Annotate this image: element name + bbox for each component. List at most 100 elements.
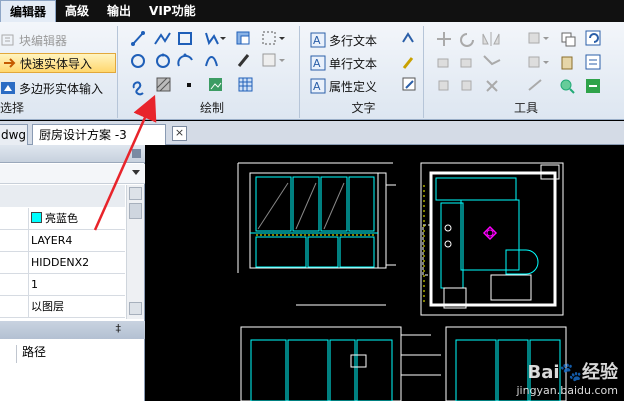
grid-table-icon[interactable] (238, 77, 253, 92)
revcloud-tool-icon[interactable] (132, 81, 144, 96)
color-swatch (31, 212, 42, 223)
insert-block-icon[interactable] (236, 31, 250, 45)
tab-previous-file[interactable]: dwg (0, 124, 28, 145)
pin-icon[interactable]: ‡ (116, 322, 122, 335)
property-row-layer[interactable]: LAYER4 (0, 230, 125, 252)
properties-panel: 亮蓝色 LAYER4 HIDDENX2 1 以图层 ‡ 路径 (0, 145, 145, 401)
spline-tool-icon[interactable] (205, 56, 218, 67)
menu-tab-advanced[interactable]: 高级 (56, 0, 98, 22)
paste-icon[interactable] (561, 56, 573, 70)
polyline-tool-icon[interactable] (154, 32, 171, 45)
property-scale-value: 1 (31, 278, 38, 291)
layer-dropdown-icon[interactable] (528, 32, 549, 44)
drawing-canvas[interactable]: Bai🐾经验 jingyan.baidu.com (146, 145, 624, 401)
mtext-label: 多行文本 (329, 33, 378, 48)
panel-menu-icon[interactable] (132, 149, 141, 158)
close-tab-button[interactable]: × (172, 126, 187, 141)
property-row-lineweight[interactable]: 以图层 (0, 296, 125, 318)
hatch-tool-icon[interactable] (156, 77, 171, 92)
pen-tool-icon[interactable] (237, 54, 250, 67)
properties-scrollbar[interactable] (126, 185, 144, 319)
ribbon-group-text: A 多行文本 A 单行文本 A 属性定义 文字 (304, 26, 424, 118)
table-insert-icon[interactable] (262, 53, 285, 67)
lower-panel-columns: 路径 (0, 341, 145, 363)
move-icon[interactable] (437, 32, 451, 46)
point-tool-icon[interactable] (187, 83, 191, 87)
properties-panel-header (0, 145, 145, 163)
scroll-up-button[interactable] (129, 187, 142, 200)
select-group-label: 选择 (0, 101, 25, 115)
measure-icon[interactable] (528, 79, 542, 91)
kitchen-elevation-top (237, 162, 396, 306)
attribute-icon: A (310, 78, 326, 94)
offset-dropdown-icon[interactable] (528, 56, 549, 68)
ribbon-group-tools: 工具 (428, 26, 624, 118)
mirror-icon[interactable] (482, 32, 500, 46)
ribbon: 块编辑器 快速实体导入 多边形实体输入 选择 绘制 A 多行文本 A 单行文本 … (0, 22, 624, 120)
text-icon: A (310, 55, 326, 71)
attribute-definition-button[interactable]: A 属性定义 (310, 76, 377, 96)
kitchen-floor-plan (420, 162, 564, 316)
document-tab-bar: dwg 厨房设计方案 -3套.dwg × (0, 121, 624, 162)
menu-tab-output[interactable]: 输出 (98, 0, 140, 22)
refresh-icon[interactable] (585, 30, 601, 46)
cad-app-window: 编辑器 高级 输出 VIP功能 块编辑器 快速实体导入 多边形实体输入 选择 绘… (0, 0, 624, 401)
quick-entity-import-label: 快速实体导入 (20, 56, 93, 71)
line-tool-icon[interactable] (131, 31, 145, 46)
svg-text:A: A (313, 34, 321, 47)
svg-text:A: A (313, 80, 321, 93)
text-style-icon[interactable] (402, 32, 414, 43)
property-color-value: 亮蓝色 (45, 212, 78, 225)
zoom-extents-icon[interactable] (560, 79, 575, 94)
trim-icon[interactable] (437, 58, 449, 68)
block-editor-button[interactable]: 块编辑器 (0, 30, 67, 50)
hatch-dropdown-icon[interactable] (262, 31, 285, 45)
watermark: Bai🐾经验 jingyan.baidu.com (516, 358, 618, 397)
text-edit-pencil-icon[interactable] (402, 77, 416, 91)
properties-group-header (0, 185, 125, 207)
extend-icon[interactable] (460, 58, 472, 68)
property-row-color[interactable]: 亮蓝色 (0, 208, 125, 230)
ribbon-group-select: 块编辑器 快速实体导入 多边形实体输入 选择 (0, 26, 118, 118)
quick-entity-import-button[interactable]: 快速实体导入 (0, 53, 116, 73)
image-insert-icon[interactable] (209, 78, 222, 91)
draw-tools-grid (131, 31, 285, 96)
circle-tool-icon[interactable] (131, 54, 145, 68)
properties-icon[interactable] (585, 54, 601, 70)
scroll-down-button[interactable] (129, 302, 142, 315)
rectangle-tool-icon[interactable] (178, 32, 192, 45)
tools-group-label: 工具 (513, 101, 538, 115)
copy-icon[interactable] (561, 32, 576, 47)
tab-active-file[interactable]: 厨房设计方案 -3套.dwg (32, 124, 166, 162)
explode-icon[interactable] (486, 80, 498, 92)
ellipse-tool-icon[interactable] (156, 53, 170, 68)
property-layer-value: LAYER4 (31, 234, 73, 247)
property-row-linetype[interactable]: HIDDENX2 (0, 252, 125, 274)
edit-text-icon[interactable] (402, 57, 414, 69)
import-icon (1, 55, 17, 71)
block-editor-icon (0, 32, 16, 48)
watermark-url: jingyan.baidu.com (516, 384, 618, 397)
purge-icon[interactable] (586, 79, 600, 93)
polygon-entity-input-button[interactable]: 多边形实体输入 (0, 78, 103, 98)
property-lineweight-value: 以图层 (31, 300, 64, 313)
polyline-dropdown-icon[interactable] (205, 32, 226, 46)
menu-tab-vip[interactable]: VIP功能 (140, 0, 205, 22)
svg-text:A: A (313, 57, 321, 70)
mtext-button[interactable]: A 多行文本 (310, 30, 377, 50)
stretch-icon[interactable] (461, 80, 472, 91)
scale-icon[interactable] (438, 80, 449, 91)
menu-tab-editor[interactable]: 编辑器 (0, 0, 57, 22)
watermark-brand2: 经验 (582, 362, 618, 383)
single-line-text-button[interactable]: A 单行文本 (310, 53, 377, 73)
rotate-icon[interactable] (460, 33, 474, 47)
property-row-scale[interactable]: 1 (0, 274, 125, 296)
polygon-entity-input-label: 多边形实体输入 (19, 81, 104, 96)
arc-tool-icon[interactable] (177, 53, 193, 67)
fillet-icon[interactable] (483, 55, 501, 66)
scroll-thumb[interactable] (129, 203, 142, 219)
mtext-icon: A (310, 32, 326, 48)
chevron-down-icon (132, 170, 140, 175)
properties-selector[interactable] (0, 164, 145, 184)
path-column-header[interactable]: 路径 (22, 341, 46, 363)
